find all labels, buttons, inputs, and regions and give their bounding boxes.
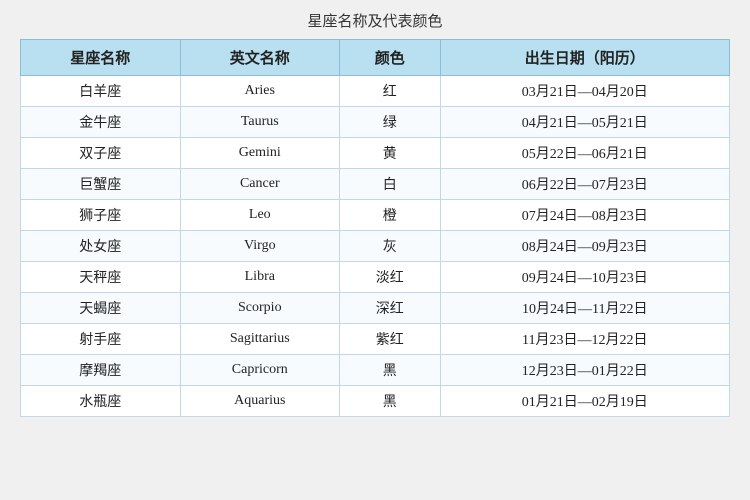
- table-row: 狮子座Leo橙07月24日—08月23日: [21, 200, 730, 231]
- table-row: 射手座Sagittarius紫红11月23日—12月22日: [21, 324, 730, 355]
- table-cell: 05月22日—06月21日: [440, 138, 729, 169]
- table-cell: 天蝎座: [21, 293, 181, 324]
- table-cell: 红: [340, 76, 440, 107]
- table-cell: Scorpio: [180, 293, 340, 324]
- table-cell: 06月22日—07月23日: [440, 169, 729, 200]
- table-cell: Aquarius: [180, 386, 340, 417]
- table-cell: 绿: [340, 107, 440, 138]
- table-cell: 灰: [340, 231, 440, 262]
- table-header-cell: 颜色: [340, 40, 440, 76]
- table-cell: 黑: [340, 355, 440, 386]
- table-cell: Leo: [180, 200, 340, 231]
- table-cell: 11月23日—12月22日: [440, 324, 729, 355]
- table-row: 双子座Gemini黄05月22日—06月21日: [21, 138, 730, 169]
- table-cell: 白: [340, 169, 440, 200]
- table-cell: Aries: [180, 76, 340, 107]
- table-cell: 射手座: [21, 324, 181, 355]
- table-cell: 巨蟹座: [21, 169, 181, 200]
- table-cell: Capricorn: [180, 355, 340, 386]
- table-row: 处女座Virgo灰08月24日—09月23日: [21, 231, 730, 262]
- table-cell: 03月21日—04月20日: [440, 76, 729, 107]
- table-cell: 10月24日—11月22日: [440, 293, 729, 324]
- table-cell: 淡红: [340, 262, 440, 293]
- table-cell: Libra: [180, 262, 340, 293]
- table-cell: 双子座: [21, 138, 181, 169]
- table-cell: 04月21日—05月21日: [440, 107, 729, 138]
- table-cell: 08月24日—09月23日: [440, 231, 729, 262]
- table-row: 巨蟹座Cancer白06月22日—07月23日: [21, 169, 730, 200]
- table-cell: 天秤座: [21, 262, 181, 293]
- page-title: 星座名称及代表颜色: [307, 10, 442, 31]
- table-cell: 橙: [340, 200, 440, 231]
- table-cell: 01月21日—02月19日: [440, 386, 729, 417]
- table-cell: Taurus: [180, 107, 340, 138]
- table-cell: Cancer: [180, 169, 340, 200]
- table-cell: 12月23日—01月22日: [440, 355, 729, 386]
- table-row: 天蝎座Scorpio深红10月24日—11月22日: [21, 293, 730, 324]
- table-cell: Virgo: [180, 231, 340, 262]
- table-cell: 黑: [340, 386, 440, 417]
- table-cell: 狮子座: [21, 200, 181, 231]
- table-header-cell: 英文名称: [180, 40, 340, 76]
- table-cell: 深红: [340, 293, 440, 324]
- table-cell: 白羊座: [21, 76, 181, 107]
- table-header-row: 星座名称英文名称颜色出生日期（阳历）: [21, 40, 730, 76]
- table-row: 摩羯座Capricorn黑12月23日—01月22日: [21, 355, 730, 386]
- zodiac-table: 星座名称英文名称颜色出生日期（阳历） 白羊座Aries红03月21日—04月20…: [20, 39, 730, 417]
- table-header-cell: 星座名称: [21, 40, 181, 76]
- table-cell: 紫红: [340, 324, 440, 355]
- table-cell: Sagittarius: [180, 324, 340, 355]
- table-row: 金牛座Taurus绿04月21日—05月21日: [21, 107, 730, 138]
- table-body: 白羊座Aries红03月21日—04月20日金牛座Taurus绿04月21日—0…: [21, 76, 730, 417]
- table-cell: 水瓶座: [21, 386, 181, 417]
- table-cell: 金牛座: [21, 107, 181, 138]
- table-header-cell: 出生日期（阳历）: [440, 40, 729, 76]
- table-row: 白羊座Aries红03月21日—04月20日: [21, 76, 730, 107]
- table-cell: 黄: [340, 138, 440, 169]
- table-cell: 摩羯座: [21, 355, 181, 386]
- table-row: 水瓶座Aquarius黑01月21日—02月19日: [21, 386, 730, 417]
- table-cell: 09月24日—10月23日: [440, 262, 729, 293]
- table-cell: 07月24日—08月23日: [440, 200, 729, 231]
- table-cell: 处女座: [21, 231, 181, 262]
- table-row: 天秤座Libra淡红09月24日—10月23日: [21, 262, 730, 293]
- table-cell: Gemini: [180, 138, 340, 169]
